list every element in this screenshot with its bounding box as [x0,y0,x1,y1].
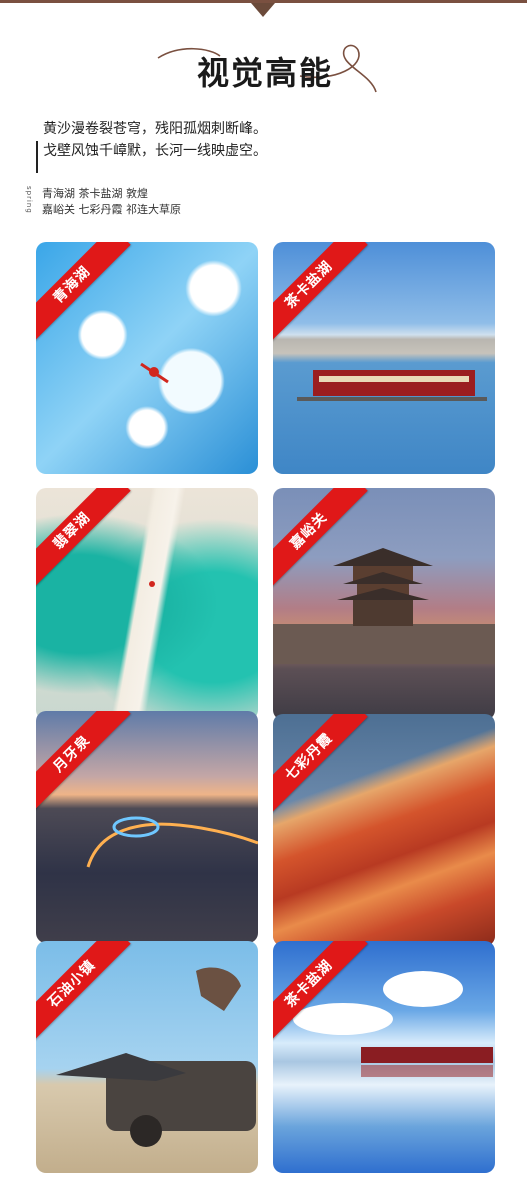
places-list: 青海湖 茶卡盐湖 敦煌 嘉峪关 七彩丹霞 祁连大草原 [42,186,181,218]
ribbon-tag: 嘉峪关 [273,488,368,590]
poem-line-1: 黄沙漫卷裂苍穹，残阳孤烟刺断峰。 [43,121,267,137]
section-title-block: 视觉高能 [150,36,380,100]
photo-card-jiayuguan[interactable]: 嘉峪关 [273,488,495,720]
photo-card-rainbow-danxia[interactable]: 七彩丹霞 [273,714,495,946]
poem-text: 黄沙漫卷裂苍穹，残阳孤烟刺断峰。 戈壁风蚀千嶂默，长河一线映虚空。 [43,118,267,162]
ribbon-tag: 青海湖 [36,242,131,344]
places-line-1: 青海湖 茶卡盐湖 敦煌 [42,187,148,200]
photo-card-emerald-lake[interactable]: 翡翠湖 [36,488,258,720]
side-label: spring [25,186,33,214]
page-title: 视觉高能 [196,54,333,92]
poem-line-2: 戈壁风蚀千嶂默，长河一线映虚空。 [43,143,267,159]
photo-card-oil-town[interactable]: 石油小镇 [36,941,258,1173]
ribbon-tag: 石油小镇 [36,941,131,1043]
photo-card-chaka-salt-lake[interactable]: 茶卡盐湖 [273,242,495,474]
photo-card-chaka-mirror[interactable]: 茶卡盐湖 [273,941,495,1173]
ribbon-tag: 茶卡盐湖 [273,941,368,1043]
photo-card-qinghai-lake[interactable]: 青海湖 [36,242,258,474]
places-line-2: 嘉峪关 七彩丹霞 祁连大草原 [42,203,181,216]
ribbon-tag: 七彩丹霞 [273,714,368,816]
text-cursor [36,141,38,173]
down-arrow-icon [251,3,275,17]
ribbon-tag: 月牙泉 [36,711,131,813]
ribbon-tag: 茶卡盐湖 [273,242,368,344]
ribbon-tag: 翡翠湖 [36,488,131,590]
photo-card-crescent-spring[interactable]: 月牙泉 [36,711,258,943]
